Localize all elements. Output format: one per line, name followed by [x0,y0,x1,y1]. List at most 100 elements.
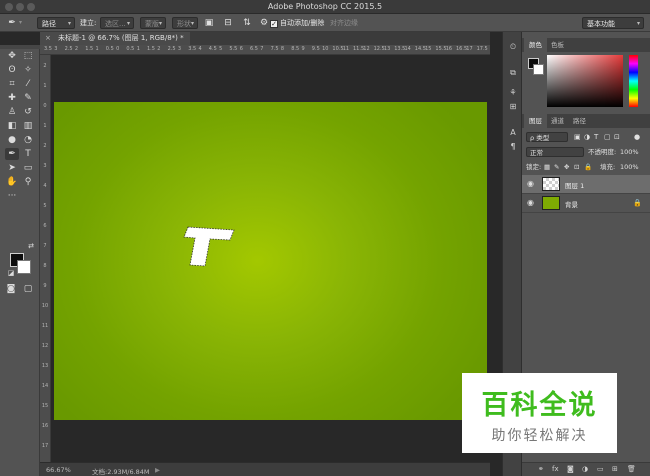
background-color-swatch[interactable] [17,260,31,274]
t-shape-selection[interactable] [180,222,240,272]
layer-row-1[interactable]: ◉ 图层 1 [522,175,650,194]
tab-layers[interactable]: 图层 [524,114,547,128]
eyedropper-tool-icon[interactable]: ⁄ [21,78,35,90]
tools-panel-grip[interactable] [0,45,40,49]
background-thumbnail [542,196,560,210]
status-menu-arrow[interactable]: ▶ [155,466,160,474]
vertical-ruler[interactable]: 2 1 0 1 2 3 4 5 6 7 8 9 10 11 12 13 14 15 16 17 [40,55,51,462]
lock-artboard-icon[interactable]: ⊡ [574,162,579,172]
layers-panel-tabs: 图层 通道 路径 [522,114,650,128]
shape-tool-icon[interactable]: ▭ [21,162,35,174]
fill-value[interactable]: 100% [620,162,639,172]
lock-all-icon[interactable]: 🔒 [584,162,592,172]
quick-mask-icon[interactable]: ◙ [4,283,18,295]
clone-stamp-tool-icon[interactable]: ♙ [5,106,19,118]
swap-colors-icon[interactable]: ⇄ [24,240,38,252]
layer-name[interactable]: 图层 1 [565,180,584,190]
adjustment-icon[interactable]: ◑ [582,465,588,473]
document-tab[interactable]: × 未标题-1 @ 66.7% (图层 1, RGB/8*) * [40,32,190,45]
filter-shape-icon[interactable]: ▢ [604,132,611,142]
blend-mode-select[interactable]: 正常 [526,147,584,157]
zoom-level[interactable]: 66.67% [46,466,71,474]
layers-panel-footer: ⚭ fx ◙ ◑ ▭ ⊞ 🗑 [522,462,650,476]
crop-tool-icon[interactable]: ⌗ [5,78,19,90]
path-operations-icon[interactable]: ▣ [203,17,215,29]
adjustments-panel-icon[interactable]: ⚘ [506,86,520,99]
lock-transparent-icon[interactable]: ▦ [544,162,550,172]
close-tab-icon[interactable]: × [45,32,51,45]
more-tools-icon[interactable]: ··· [5,190,19,202]
tab-channels[interactable]: 通道 [546,114,569,128]
pen-tool-icon[interactable]: ✒ [5,148,19,160]
new-layer-icon[interactable]: ⊞ [612,465,618,473]
libraries-panel-icon[interactable]: ⊞ [506,100,520,113]
type-tool-icon[interactable]: T [21,148,35,160]
make-label: 建立: [80,19,97,27]
gradient-tool-icon[interactable]: ▥ [21,120,35,132]
workspace-select[interactable]: 基本功能 [582,17,644,30]
dodge-tool-icon[interactable]: ◔ [21,134,35,146]
make-shape-button[interactable]: 形状 [172,17,198,30]
magic-wand-tool-icon[interactable]: ✧ [21,64,35,76]
trash-icon[interactable]: 🗑 [627,465,636,473]
lasso-tool-icon[interactable]: ʘ [5,64,19,76]
visibility-eye-icon[interactable]: ◉ [527,198,534,207]
path-arrangement-icon[interactable]: ⇅ [241,17,253,29]
opacity-value[interactable]: 100% [620,147,639,157]
zoom-tool-icon[interactable]: ⚲ [21,176,35,188]
layer-filter-select[interactable]: ρ 类型 [526,132,568,142]
color-spectrum-field[interactable] [547,55,623,107]
marquee-tool-icon[interactable]: ⬚ [21,50,35,62]
tab-swatches[interactable]: 色板 [546,38,569,52]
horizontal-ruler[interactable]: 3.5 3 2.5 2 1.5 1 0.5 0 0.5 1 1.5 2 2.5 3 3.5 4 4.5 5 5.5 6… [40,45,490,55]
hand-tool-icon[interactable]: ✋ [5,176,19,188]
mask-icon[interactable]: ◙ [567,465,574,473]
folder-icon[interactable]: ▭ [597,465,604,473]
screen-mode-icon[interactable]: ▢ [21,283,35,295]
blur-tool-icon[interactable]: ● [5,134,19,146]
filter-pixel-icon[interactable]: ▣ [574,132,581,142]
brush-tool-icon[interactable]: ✎ [21,92,35,104]
pen-tool-preset-icon[interactable]: ✒ [6,17,18,29]
filter-toggle-icon[interactable]: ● [634,132,640,142]
path-selection-tool-icon[interactable]: ➤ [5,162,19,174]
healing-brush-tool-icon[interactable]: ✚ [5,92,19,104]
ruler-h-label: 1 [95,46,99,52]
visibility-eye-icon[interactable]: ◉ [527,179,534,188]
tab-color[interactable]: 颜色 [524,38,547,52]
layer-row-background[interactable]: ◉ 背景 🔒 [522,194,650,213]
chevron-down-icon[interactable]: ▾ [19,17,22,29]
link-icon[interactable]: ⚭ [538,465,544,473]
document-canvas[interactable] [54,102,487,420]
default-colors-icon[interactable]: ◪ [4,267,18,279]
layer-name[interactable]: 背景 [565,199,578,209]
ruler-v-label: 3 [43,163,47,169]
move-tool-icon[interactable]: ✥ [5,50,19,62]
make-selection-button[interactable]: 选区... [100,17,134,30]
lock-position-icon[interactable]: ✥ [564,162,569,172]
history-brush-tool-icon[interactable]: ↺ [21,106,35,118]
filter-adjustment-icon[interactable]: ◑ [584,132,590,142]
ruler-h-label: 1 [136,46,140,52]
pen-mode-select[interactable]: 路径 [37,17,75,30]
ruler-h-label: 14 [404,46,411,52]
fx-icon[interactable]: fx [552,465,559,473]
properties-panel-icon[interactable]: ⧉ [506,66,520,79]
auto-add-delete-checkbox[interactable]: ✓ [270,20,278,28]
history-panel-icon[interactable]: ⏲ [506,40,520,53]
eraser-tool-icon[interactable]: ◧ [5,120,19,132]
paragraph-panel-icon[interactable]: ¶ [506,140,520,153]
filter-smart-object-icon[interactable]: ⊡ [614,132,620,142]
auto-add-delete-option[interactable]: ✓ 自动添加/删除 [270,17,324,29]
ruler-v-label: 4 [43,183,47,189]
align-edges-option[interactable]: 对齐边缘 [330,17,358,29]
character-panel-icon[interactable]: A [506,126,520,139]
color-panel-background-swatch[interactable] [533,64,544,75]
filter-type-icon[interactable]: T [594,132,598,142]
lock-image-icon[interactable]: ✎ [554,162,559,172]
make-mask-button[interactable]: 蒙版 [140,17,166,30]
hue-slider[interactable] [629,55,638,107]
path-alignment-icon[interactable]: ⊟ [222,17,234,29]
tab-paths[interactable]: 路径 [568,114,591,128]
settings-gear-icon[interactable]: ⚙ [258,17,270,29]
